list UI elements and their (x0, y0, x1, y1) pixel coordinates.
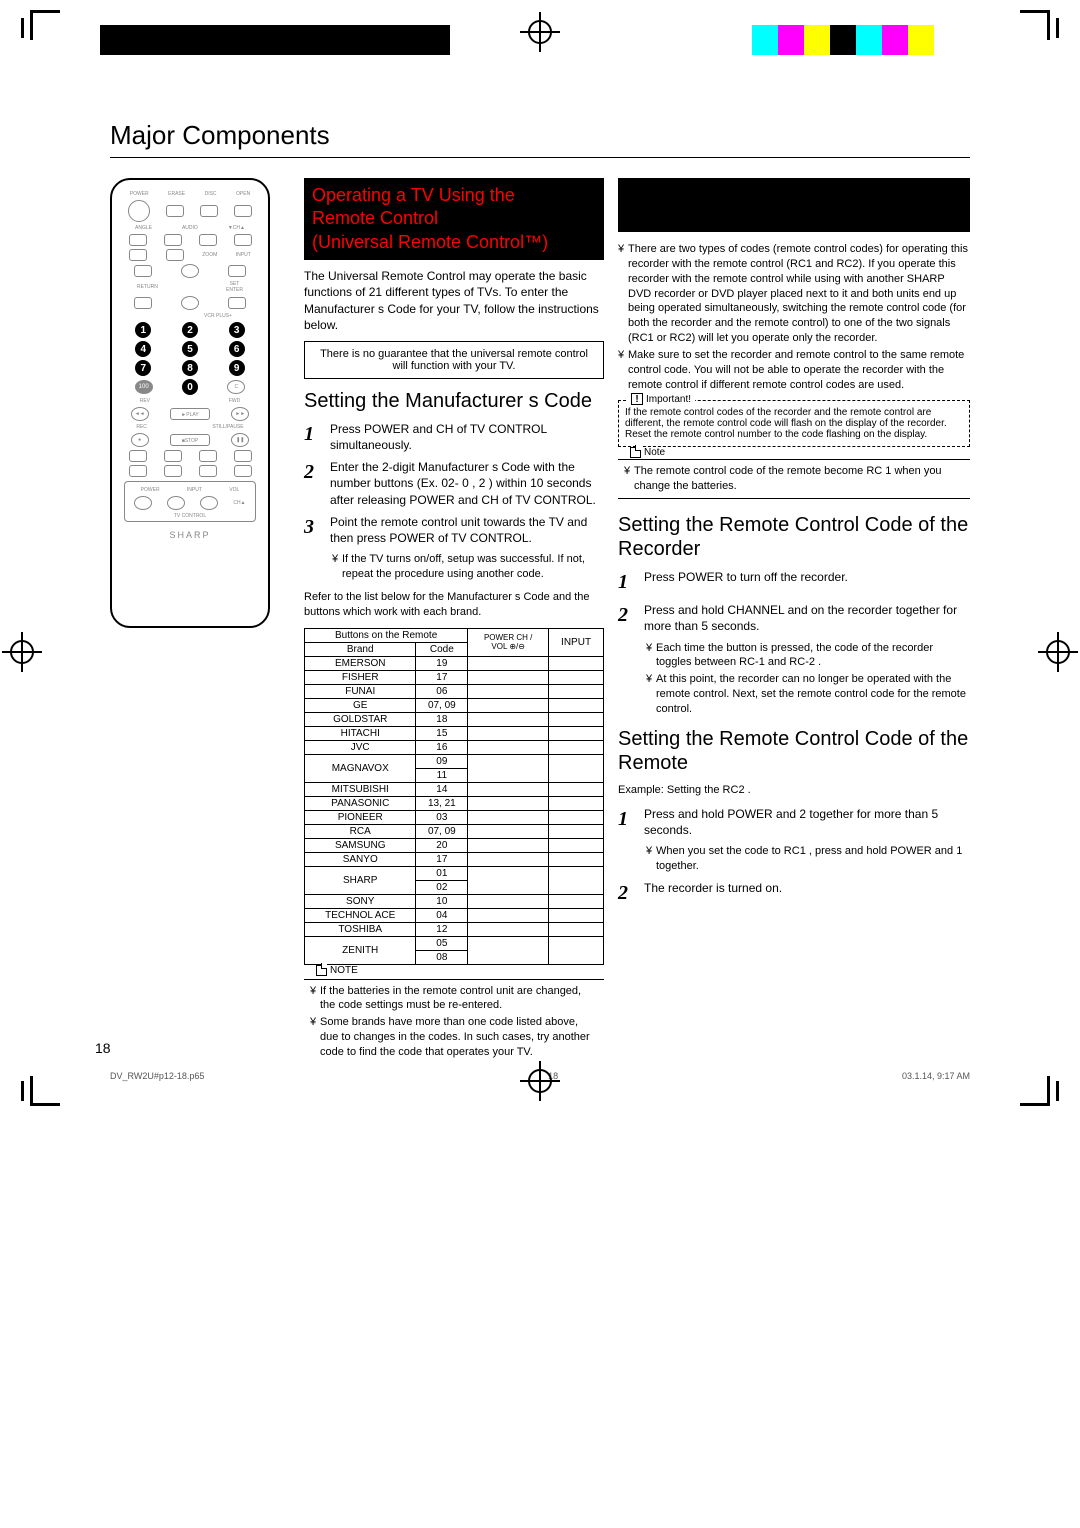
table-row: GOLDSTAR18 (305, 712, 604, 726)
note-box: NOTE If the batteries in the remote cont… (304, 973, 604, 1068)
center-registration-mark (528, 20, 552, 47)
step-number: 2 (618, 880, 636, 907)
footer-filename: DV_RW2U#p12-18.p65 (110, 1071, 204, 1081)
step-number: 2 (618, 602, 636, 634)
section-heading-remote-codes (618, 178, 970, 232)
table-row: MITSUBISHI14 (305, 782, 604, 796)
step-text: Point the remote control unit towards th… (330, 514, 604, 546)
intro-bullet: Make sure to set the recorder and remote… (618, 348, 970, 393)
step-text: Press and hold CHANNEL and on the record… (644, 602, 970, 634)
note-item: If the batteries in the remote control u… (310, 984, 598, 1014)
intro-text: The Universal Remote Control may operate… (304, 268, 604, 333)
page-title: Major Components (110, 120, 970, 158)
table-row: SONY10 (305, 894, 604, 908)
table-row: TOSHIBA12 (305, 922, 604, 936)
table-row: GE07, 09 (305, 698, 604, 712)
step-number: 3 (304, 514, 322, 546)
table-row: EMERSON19 (305, 656, 604, 670)
subheading-manufacturers-code: Setting the Manufacturer s Code (304, 389, 604, 413)
important-icon: ! (631, 393, 643, 405)
subheading-remote-code: Setting the Remote Control Code of the R… (618, 727, 970, 775)
note-item: The remote control code of the remote be… (624, 464, 964, 494)
table-row: FUNAI06 (305, 684, 604, 698)
step-number: 2 (304, 459, 322, 508)
subheading-recorder-code: Setting the Remote Control Code of the R… (618, 513, 970, 561)
table-row: PIONEER03 (305, 810, 604, 824)
step-text: The recorder is turned on. (644, 880, 782, 907)
table-row: FISHER17 (305, 670, 604, 684)
table-row: JVC16 (305, 740, 604, 754)
step-text: Press POWER and CH of TV CONTROL simulta… (330, 421, 604, 453)
table-row: SANYO17 (305, 852, 604, 866)
top-registration-bar (40, 20, 1040, 80)
note-icon (316, 965, 327, 976)
step-text: Press and hold POWER and 2 together for … (644, 806, 970, 838)
intro-bullet: There are two types of codes (remote con… (618, 242, 970, 346)
disclaimer-box: There is no guarantee that the universal… (304, 341, 604, 379)
example-text: Example: Setting the RC2 . (618, 783, 970, 798)
table-intro-text: Refer to the list below for the Manufact… (304, 590, 604, 620)
step-number: 1 (618, 569, 636, 596)
step-bullet: When you set the code to RC1 , press and… (646, 844, 970, 874)
page-number: 18 (95, 1040, 111, 1056)
step-number: 1 (618, 806, 636, 838)
color-bar (726, 25, 960, 55)
step-note: If the TV turns on/off, setup was succes… (332, 552, 604, 582)
density-bar (100, 25, 450, 55)
table-row: SAMSUNG20 (305, 838, 604, 852)
manufacturer-code-table: Buttons on the Remote POWER CH /VOL ⊕/⊖ … (304, 628, 604, 965)
step-text: Enter the 2-digit Manufacturer s Code wi… (330, 459, 604, 508)
note-box-short: Note The remote control code of the remo… (618, 455, 970, 503)
note-item: Some brands have more than one code list… (310, 1015, 598, 1060)
important-box: !Important! If the remote control codes … (618, 400, 970, 447)
step-bullet: Each time the button is pressed, the cod… (646, 641, 970, 671)
section-heading-tv-remote: Operating a TV Using the Remote Control … (304, 178, 604, 260)
step-number: 1 (304, 421, 322, 453)
table-row: TECHNOL ACE04 (305, 908, 604, 922)
table-row: HITACHI15 (305, 726, 604, 740)
note-icon (630, 447, 641, 458)
step-bullet: At this point, the recorder can no longe… (646, 672, 970, 717)
table-row: PANASONIC13, 21 (305, 796, 604, 810)
remote-brand-label: SHARP (120, 530, 260, 540)
step-text: Press POWER to turn off the recorder. (644, 569, 848, 596)
footer-timestamp: 03.1.14, 9:17 AM (902, 1071, 970, 1081)
remote-control-diagram: POWERERASEDISCOPEN ANGLEAUDIO▼CH▲ ZOOMIN… (110, 178, 270, 628)
table-row: RCA07, 09 (305, 824, 604, 838)
bottom-registration-mark (528, 1069, 552, 1096)
